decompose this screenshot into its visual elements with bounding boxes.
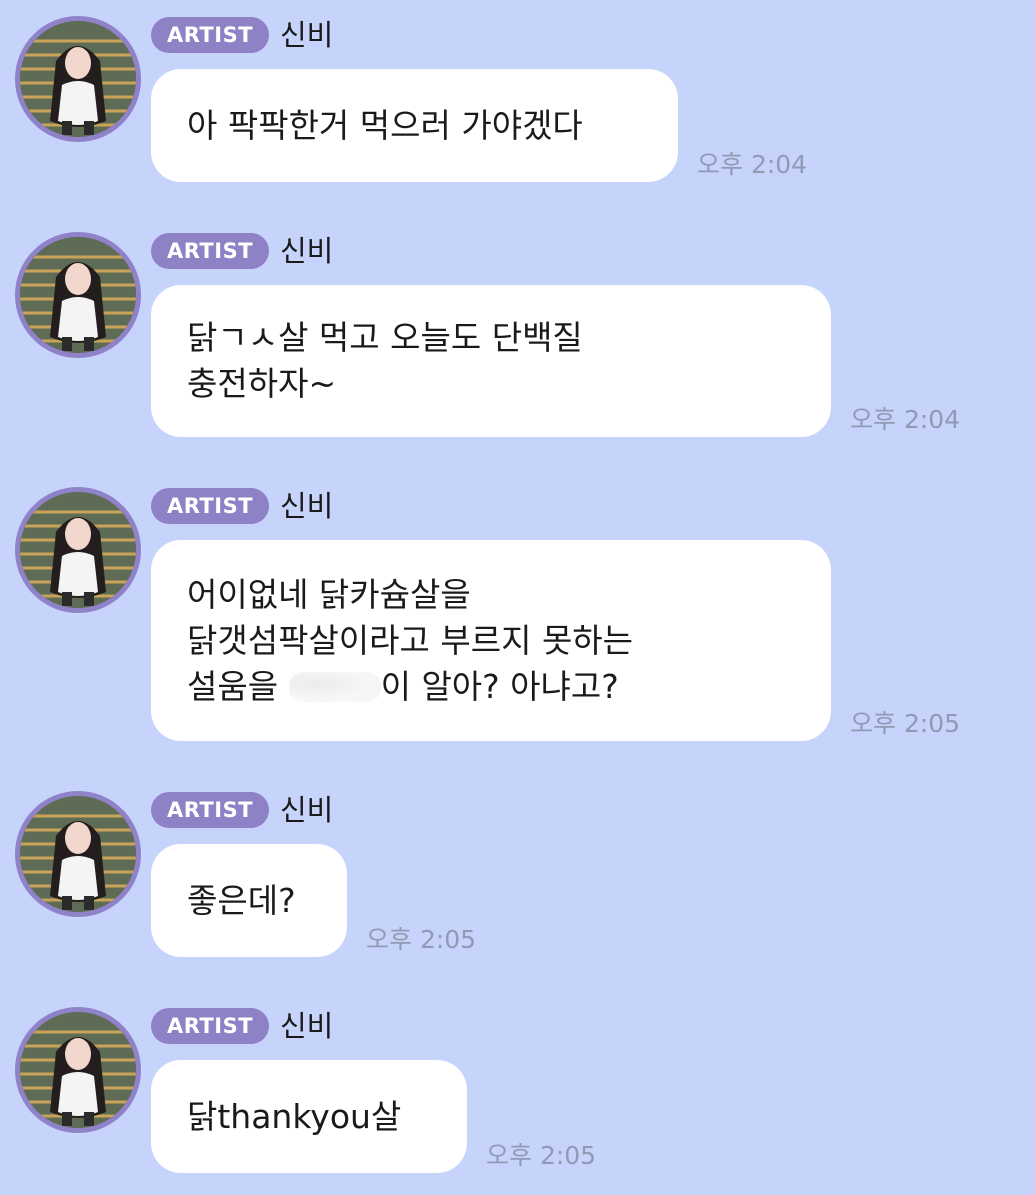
- avatar-photo-icon: [20, 492, 136, 608]
- artist-badge: ARTIST: [151, 1008, 269, 1044]
- artist-avatar[interactable]: [15, 1007, 141, 1133]
- sender-name: 신비: [280, 793, 334, 827]
- message-text: 설움을: [187, 666, 279, 706]
- message-time: 오후 2:04: [697, 150, 808, 179]
- artist-avatar[interactable]: [15, 487, 141, 613]
- avatar-photo-icon: [20, 21, 136, 137]
- message-text: 닭ㄱㅅ살 먹고 오늘도 단백질: [187, 318, 583, 357]
- message-time: 오후 2:05: [366, 925, 477, 954]
- message-text: 닭thankyou살: [187, 1096, 402, 1136]
- sender-name: 신비: [280, 18, 334, 52]
- message-time: 오후 2:05: [486, 1141, 597, 1170]
- message-text: 아 팍팍한거 먹으러 가야겠다: [187, 105, 583, 145]
- avatar-photo-icon: [20, 1012, 136, 1128]
- message-bubble[interactable]: 닭ㄱㅅ살 먹고 오늘도 단백질 충전하자~: [151, 285, 831, 437]
- avatar-photo-icon: [20, 796, 136, 912]
- sender-name: 신비: [280, 1009, 334, 1043]
- artist-badge: ARTIST: [151, 17, 269, 53]
- message-bubble[interactable]: 닭thankyou살: [151, 1060, 467, 1173]
- redacted-name-blur: [288, 671, 381, 702]
- message-time: 오후 2:05: [850, 709, 961, 738]
- message-text: 좋은데?: [187, 880, 296, 920]
- message-text: 어이없네 닭카슘살을: [187, 574, 471, 614]
- artist-badge: ARTIST: [151, 233, 269, 269]
- message-text-line: 설움을 이 알아? 아냐고?: [187, 664, 795, 710]
- message-bubble[interactable]: 아 팍팍한거 먹으러 가야겠다: [151, 69, 678, 182]
- artist-avatar[interactable]: [15, 16, 141, 142]
- message-text: 닭갯섬팍살이라고 부르지 못하는: [187, 620, 634, 660]
- message-bubble[interactable]: 어이없네 닭카슘살을 닭갯섬팍살이라고 부르지 못하는 설움을 이 알아? 아냐…: [151, 540, 831, 741]
- artist-avatar[interactable]: [15, 791, 141, 917]
- artist-badge: ARTIST: [151, 792, 269, 828]
- sender-name: 신비: [280, 234, 334, 268]
- message-text: 이 알아? 아냐고?: [380, 666, 619, 706]
- sender-name: 신비: [280, 489, 334, 523]
- avatar-photo-icon: [20, 237, 136, 353]
- artist-badge: ARTIST: [151, 488, 269, 524]
- artist-avatar[interactable]: [15, 232, 141, 358]
- message-time: 오후 2:04: [850, 405, 961, 434]
- message-bubble[interactable]: 좋은데?: [151, 844, 347, 957]
- message-text: 충전하자~: [187, 364, 337, 403]
